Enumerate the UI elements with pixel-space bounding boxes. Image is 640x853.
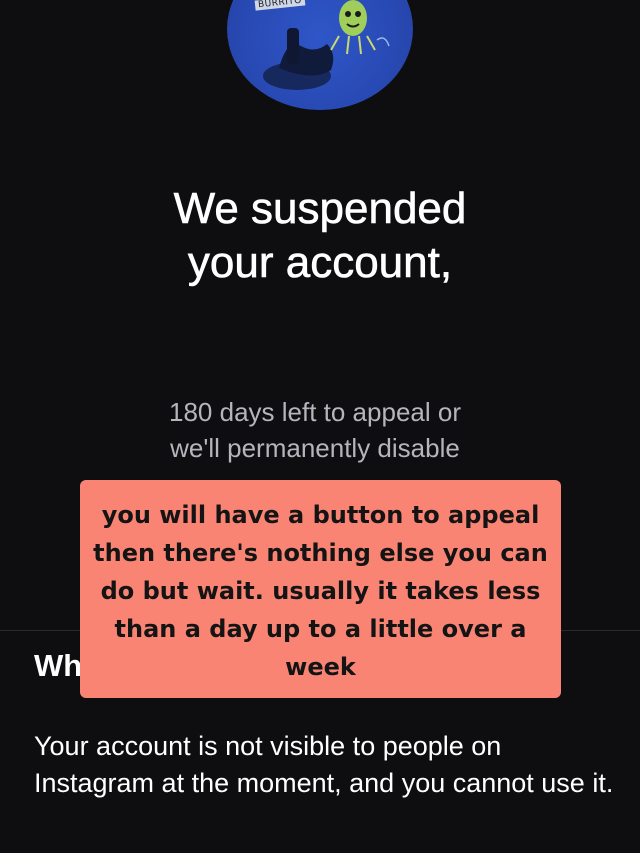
profile-avatar: BURRITO <box>227 0 413 110</box>
avatar-artwork-icon <box>263 0 390 90</box>
suspension-explanation: Your account is not visible to people on… <box>34 731 614 798</box>
page-title: We suspended your account, <box>0 182 640 290</box>
appeal-line-1: 180 days left to appeal or <box>169 397 461 427</box>
suspended-account-screen: BURRITO We suspended your account, 180 d… <box>0 0 640 853</box>
overlay-caption-note: you will have a button to appeal then th… <box>80 480 561 698</box>
section-heading: Wh <box>34 648 83 683</box>
title-line-1: We suspended <box>173 184 467 234</box>
appeal-line-2: we'll permanently disable <box>170 433 460 463</box>
appeal-deadline-text: 180 days left to appeal or we'll permane… <box>0 394 630 466</box>
title-line-2: your account, <box>187 238 453 288</box>
